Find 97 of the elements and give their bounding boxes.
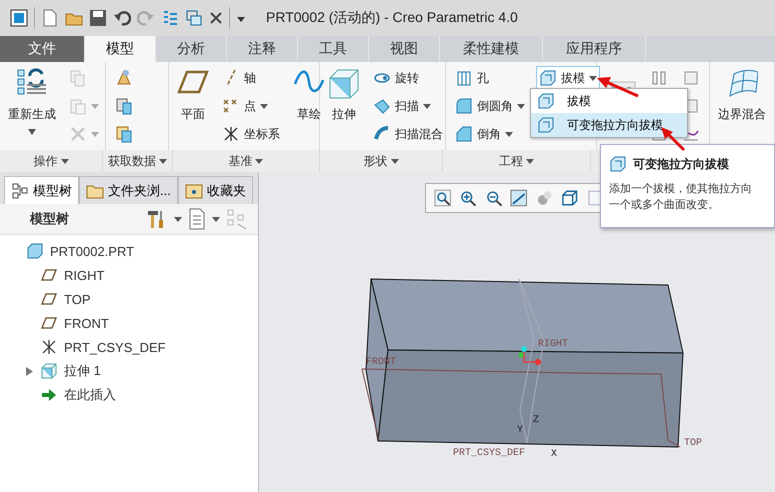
axis-label: X (551, 449, 558, 460)
menu-item[interactable]: 可变拖拉方向拔模 (531, 113, 687, 137)
feature-icon[interactable] (682, 69, 700, 87)
coordinate-axes-icon (518, 346, 541, 365)
ribbon-button[interactable]: 扫描 (370, 94, 446, 118)
caret-icon (423, 104, 431, 108)
caret-icon (526, 158, 534, 164)
box-icon (328, 68, 360, 100)
ribbon-button[interactable]: 平面 (175, 66, 211, 125)
panel-tab[interactable]: 收藏夹 (178, 176, 253, 204)
sweep-icon (373, 97, 391, 115)
ribbon-button[interactable]: 拉伸 (326, 66, 362, 125)
group-label[interactable]: 获取数据 (108, 152, 156, 170)
ribbon-button[interactable]: 坐标系 (219, 122, 283, 146)
datum-label: RIGHT (538, 339, 568, 350)
cube-icon (26, 242, 44, 260)
tooltip-text: 添加一个拔模，使其拖拉方向 (609, 182, 753, 197)
windows-icon[interactable] (185, 9, 203, 27)
box-view-icon[interactable] (561, 189, 579, 207)
caret-icon (255, 158, 264, 164)
ribbon-tab[interactable]: 文件 (0, 36, 85, 62)
app-icon[interactable] (10, 9, 28, 27)
coordinate-system-icon (222, 125, 240, 143)
group-label[interactable]: 形状 (364, 152, 388, 170)
save-icon[interactable] (89, 9, 107, 27)
tooltip-text: 一个或多个曲面改变。 (609, 198, 720, 213)
sequence-icon[interactable] (161, 9, 179, 27)
ribbon-button[interactable]: 孔 (452, 66, 528, 90)
folder-icon (184, 182, 203, 200)
draft-icon (537, 116, 555, 134)
ribbon-button[interactable]: 轴 (219, 66, 283, 90)
caret-icon (159, 158, 168, 164)
caret-icon[interactable] (174, 216, 182, 222)
caret-icon (589, 76, 597, 80)
mirror-icon[interactable] (650, 69, 668, 87)
tree-item[interactable]: PRT0002.PRT (50, 244, 134, 258)
box-icon (40, 362, 58, 380)
ribbon-tab[interactable]: 模型 (85, 36, 156, 62)
tooltip-title: 可变拖拉方向拔模 (633, 156, 729, 172)
repaint-icon[interactable] (510, 189, 528, 207)
zoom-fit-icon[interactable] (434, 189, 452, 207)
group-label[interactable]: 基准 (228, 152, 252, 170)
panel-tab[interactable]: 文件夹浏... (79, 176, 178, 204)
close-icon[interactable] (209, 11, 223, 25)
list-settings-icon[interactable] (188, 208, 206, 230)
ribbon-button[interactable]: 重新生成 (6, 66, 58, 137)
caret-icon (390, 158, 399, 164)
chamfer-icon (455, 125, 473, 143)
caret-icon (260, 104, 268, 108)
tree-item[interactable]: RIGHT (64, 268, 104, 282)
menu-item[interactable]: 拔模 (531, 89, 687, 113)
datum-label: TOP (684, 438, 702, 449)
zoom-out-icon[interactable] (484, 189, 502, 207)
ribbon-button[interactable]: 拔模 (536, 66, 600, 90)
datum-label: PRT_CSYS_DEF (453, 448, 526, 459)
ribbon-button[interactable]: 倒角 (452, 122, 528, 146)
expand-icon[interactable] (24, 366, 34, 376)
new-file-icon[interactable] (41, 9, 59, 27)
caret-icon (60, 158, 69, 164)
axis-label: Z (533, 415, 540, 426)
coordinate-system-icon (40, 338, 58, 356)
import-icon[interactable] (115, 97, 133, 115)
group-label[interactable]: 工程 (498, 152, 523, 170)
tree-icon (11, 182, 29, 200)
ribbon-button[interactable]: 点 (219, 94, 283, 118)
cone-icon[interactable] (115, 69, 133, 87)
pointer-arrow (597, 77, 639, 98)
ribbon-button[interactable]: 倒圆角 (452, 94, 528, 118)
round-icon (455, 97, 473, 115)
tree-item[interactable]: PRT_CSYS_DEF (64, 340, 166, 354)
tree-item[interactable]: 拉伸 1 (64, 362, 101, 380)
import-icon[interactable] (115, 125, 133, 143)
undo-icon[interactable] (113, 9, 131, 27)
tree-item[interactable]: TOP (64, 292, 90, 306)
caret-icon[interactable] (212, 216, 220, 222)
draft-icon (537, 92, 555, 110)
window-title: PRT0002 (活动的) - Creo Parametric 4.0 (266, 9, 518, 27)
panel-tab[interactable]: 模型树 (4, 176, 79, 204)
caret-icon (517, 104, 525, 108)
zoom-in-icon[interactable] (459, 189, 477, 207)
ribbon-button[interactable]: 旋转 (370, 66, 446, 90)
hidden-tree-icon (226, 208, 248, 230)
ribbon-button[interactable]: 边界混合 (716, 66, 768, 125)
group-label[interactable]: 操作 (34, 152, 58, 170)
tree-item[interactable]: 在此插入 (64, 386, 116, 404)
tree-item[interactable]: FRONT (64, 316, 109, 330)
caret-icon (505, 132, 513, 136)
draft-icon (609, 155, 627, 173)
panel-title: 模型树 (30, 210, 70, 228)
axis-label: Y (517, 425, 524, 436)
arrow-icon (40, 386, 58, 404)
hole-icon (455, 69, 473, 87)
draft-icon (539, 69, 557, 87)
caret-icon (28, 129, 36, 135)
ribbon-button[interactable]: 扫描混合 (370, 122, 446, 146)
ribbon-button[interactable]: 草绘 (291, 66, 327, 125)
pointer-arrow (661, 127, 686, 152)
